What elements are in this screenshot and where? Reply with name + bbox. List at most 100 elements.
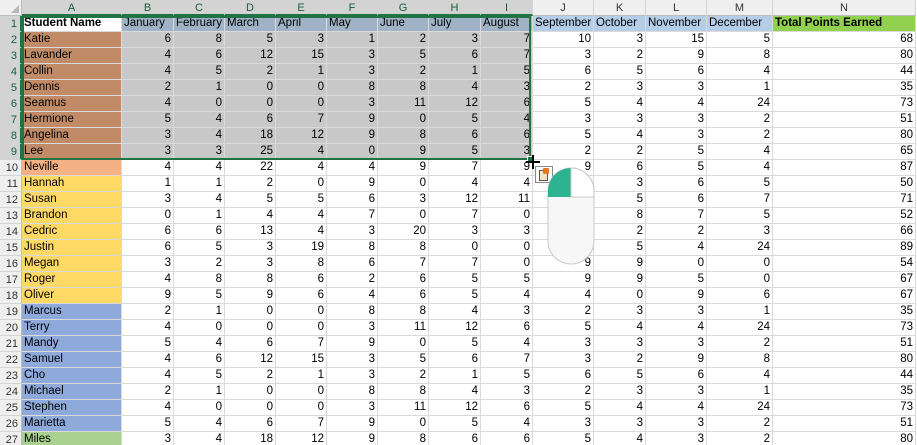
table-cell[interactable]: 0 [174, 400, 225, 416]
table-cell[interactable]: 5 [646, 160, 707, 176]
table-cell[interactable]: Stephen [22, 400, 122, 416]
table-cell[interactable]: 15 [646, 32, 707, 48]
table-cell[interactable]: 5 [646, 144, 707, 160]
table-cell[interactable]: 3 [327, 224, 378, 240]
table-cell[interactable]: 9 [646, 48, 707, 64]
table-cell[interactable]: 8 [225, 272, 276, 288]
row-header-15[interactable]: 15 [0, 240, 22, 256]
table-cell[interactable]: 67 [773, 272, 916, 288]
table-cell[interactable]: 6 [594, 160, 646, 176]
table-cell[interactable]: 5 [533, 128, 594, 144]
table-cell[interactable]: 7 [481, 48, 533, 64]
table-cell[interactable]: 6 [429, 128, 481, 144]
table-cell[interactable]: 0 [276, 304, 327, 320]
table-cell[interactable]: 8 [378, 304, 429, 320]
table-cell[interactable]: 3 [594, 304, 646, 320]
table-cell[interactable]: 2 [122, 80, 174, 96]
table-cell[interactable]: 0 [225, 384, 276, 400]
table-cell[interactable]: Neville [22, 160, 122, 176]
table-cell[interactable]: 2 [327, 272, 378, 288]
table-cell[interactable]: 0 [594, 288, 646, 304]
table-cell[interactable]: Brandon [22, 208, 122, 224]
table-cell[interactable]: 2 [707, 112, 773, 128]
table-cell[interactable]: 9 [594, 256, 646, 272]
table-cell[interactable]: 0 [122, 208, 174, 224]
table-cell[interactable]: 12 [225, 48, 276, 64]
table-cell[interactable]: 2 [378, 32, 429, 48]
table-cell[interactable]: 5 [707, 32, 773, 48]
table-cell[interactable]: 1 [174, 208, 225, 224]
table-cell[interactable]: 24 [707, 96, 773, 112]
table-cell[interactable]: 7 [276, 112, 327, 128]
table-cell[interactable]: 54 [773, 256, 916, 272]
table-cell[interactable]: 0 [378, 176, 429, 192]
table-cell[interactable]: 3 [327, 64, 378, 80]
table-cell[interactable]: 5 [533, 96, 594, 112]
table-cell[interactable]: 5 [533, 320, 594, 336]
table-cell[interactable]: 5 [429, 272, 481, 288]
row-header-14[interactable]: 14 [0, 224, 22, 240]
table-cell[interactable]: 12 [429, 320, 481, 336]
table-cell[interactable]: Oliver [22, 288, 122, 304]
table-cell[interactable]: 67 [773, 288, 916, 304]
table-cell[interactable]: Cedric [22, 224, 122, 240]
table-cell[interactable]: 6 [225, 112, 276, 128]
table-cell[interactable]: 9 [533, 272, 594, 288]
table-cell[interactable]: 8 [174, 272, 225, 288]
row-header-4[interactable]: 4 [0, 64, 22, 80]
table-cell[interactable]: 51 [773, 336, 916, 352]
table-cell[interactable]: 6 [429, 432, 481, 445]
table-cell[interactable]: 5 [378, 48, 429, 64]
table-cell[interactable]: 2 [533, 304, 594, 320]
table-cell[interactable]: Marcus [22, 304, 122, 320]
table-cell[interactable]: 1 [707, 80, 773, 96]
header-cell[interactable]: June [378, 16, 429, 32]
table-cell[interactable]: Seamus [22, 96, 122, 112]
table-cell[interactable]: 5 [533, 400, 594, 416]
table-cell[interactable]: 3 [122, 144, 174, 160]
row-header-1[interactable]: 1 [0, 16, 22, 32]
table-cell[interactable]: 3 [429, 32, 481, 48]
table-cell[interactable]: 8 [327, 80, 378, 96]
table-cell[interactable]: Mandy [22, 336, 122, 352]
table-cell[interactable]: Lee [22, 144, 122, 160]
table-cell[interactable]: 9 [327, 176, 378, 192]
row-header-3[interactable]: 3 [0, 48, 22, 64]
row-header-24[interactable]: 24 [0, 384, 22, 400]
header-cell[interactable]: December [707, 16, 773, 32]
table-cell[interactable]: 8 [327, 384, 378, 400]
table-cell[interactable]: 18 [225, 128, 276, 144]
table-cell[interactable]: 4 [533, 288, 594, 304]
header-cell[interactable]: April [276, 16, 327, 32]
table-cell[interactable]: 2 [594, 144, 646, 160]
table-cell[interactable]: Hannah [22, 176, 122, 192]
table-cell[interactable]: 8 [707, 352, 773, 368]
table-cell[interactable]: 71 [773, 192, 916, 208]
table-cell[interactable]: 4 [122, 160, 174, 176]
table-cell[interactable]: 11 [378, 400, 429, 416]
header-cell[interactable]: May [327, 16, 378, 32]
table-cell[interactable]: 9 [327, 336, 378, 352]
table-cell[interactable]: 51 [773, 416, 916, 432]
table-cell[interactable]: 6 [646, 64, 707, 80]
table-cell[interactable]: 0 [378, 336, 429, 352]
table-cell[interactable]: 4 [122, 272, 174, 288]
table-cell[interactable]: 3 [646, 304, 707, 320]
table-cell[interactable]: 2 [122, 384, 174, 400]
table-cell[interactable]: 1 [122, 176, 174, 192]
table-cell[interactable]: 7 [481, 352, 533, 368]
table-cell[interactable]: 4 [327, 160, 378, 176]
column-header-f[interactable]: F [327, 0, 378, 16]
table-cell[interactable]: 5 [429, 144, 481, 160]
table-cell[interactable]: 4 [122, 368, 174, 384]
spreadsheet-grid[interactable]: A B C D E F G H I J K L M N 1 Student Name January Februa… [0, 0, 917, 445]
table-cell[interactable]: 6 [225, 416, 276, 432]
table-cell[interactable]: 2 [122, 304, 174, 320]
table-cell[interactable]: 4 [276, 224, 327, 240]
table-cell[interactable]: 3 [327, 368, 378, 384]
table-cell[interactable]: 73 [773, 320, 916, 336]
table-cell[interactable]: 1 [707, 384, 773, 400]
table-cell[interactable]: 0 [276, 96, 327, 112]
table-cell[interactable]: 0 [276, 176, 327, 192]
table-cell[interactable]: 35 [773, 304, 916, 320]
